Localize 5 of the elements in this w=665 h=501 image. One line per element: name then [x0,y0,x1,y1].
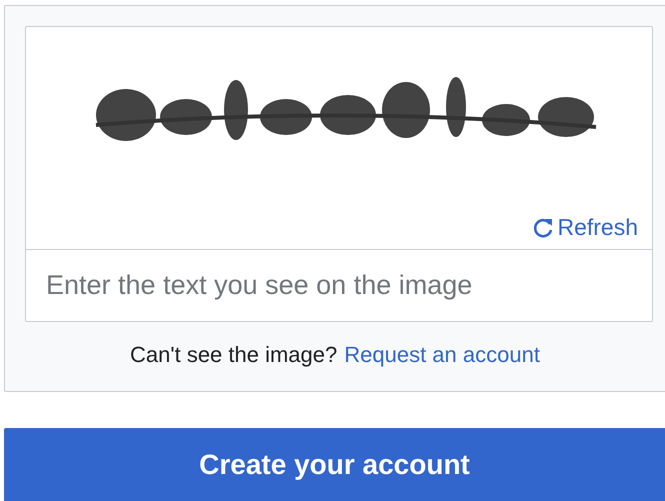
request-account-link[interactable]: Request an account [344,342,540,368]
help-text: Can't see the image? [130,342,338,368]
captcha-input[interactable]: Enter the text you see on the image [26,250,652,321]
create-account-button[interactable]: Create your account [4,428,665,501]
refresh-link[interactable]: Refresh [531,214,638,241]
